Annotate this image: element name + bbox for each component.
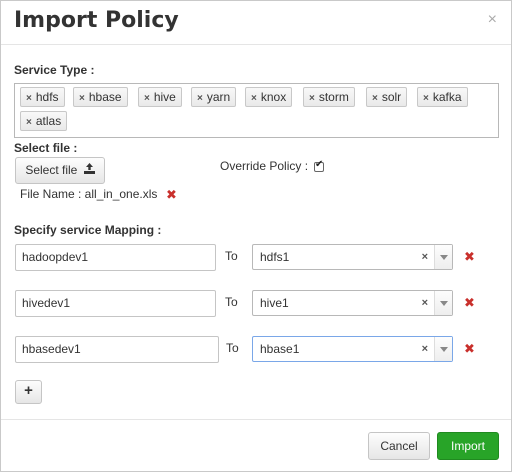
service-type-label: Service Type : xyxy=(14,63,95,77)
remove-tag-icon[interactable]: × xyxy=(251,93,257,104)
service-tag-atlas: × atlas xyxy=(20,111,68,131)
add-mapping-button[interactable]: + xyxy=(15,380,42,404)
chevron-down-icon xyxy=(440,347,448,352)
chevron-down-icon xyxy=(440,301,448,306)
service-tag-knox: × knox xyxy=(245,87,293,107)
selected-value: hbase1 xyxy=(260,342,300,356)
tag-label: yarn xyxy=(206,90,231,104)
selected-value: hdfs1 xyxy=(260,250,290,264)
service-tag-hdfs: × hdfs xyxy=(20,87,65,107)
upload-icon xyxy=(83,158,95,183)
remove-tag-icon[interactable]: × xyxy=(26,93,32,104)
service-type-multiselect[interactable]: × hdfs × hbase × hive × yarn × knox × storm × s… xyxy=(14,83,499,138)
chevron-down-icon xyxy=(440,255,448,260)
remove-file-icon[interactable]: ✖ xyxy=(166,187,177,203)
service-tag-yarn: × yarn xyxy=(191,87,237,107)
service-tag-hive: × hive xyxy=(138,87,182,107)
target-service-select[interactable]: hbase1 × xyxy=(252,336,453,362)
selected-value: hive1 xyxy=(260,296,289,310)
service-tag-hbase: × hbase xyxy=(73,87,128,107)
tag-label: solr xyxy=(381,90,402,104)
source-service-input[interactable]: hivedev1 xyxy=(15,290,216,317)
service-tag-solr: × solr xyxy=(366,87,408,107)
remove-tag-icon[interactable]: × xyxy=(26,117,32,128)
check-icon: ✔ xyxy=(315,159,324,170)
remove-tag-icon[interactable]: × xyxy=(423,93,429,104)
remove-tag-icon[interactable]: × xyxy=(197,93,203,104)
to-label: To xyxy=(226,341,239,355)
override-policy-label: Override Policy : xyxy=(220,159,309,173)
cancel-button[interactable]: Cancel xyxy=(368,432,430,460)
clear-icon[interactable]: × xyxy=(422,291,428,315)
remove-mapping-icon[interactable]: ✖ xyxy=(464,341,475,357)
to-label: To xyxy=(225,249,238,263)
file-name-text: File Name : all_in_one.xls xyxy=(20,187,158,201)
select-file-button-label: Select file xyxy=(25,163,78,177)
target-service-select[interactable]: hdfs1 × xyxy=(252,244,453,270)
dialog-title: Import Policy xyxy=(14,8,179,33)
tag-label: atlas xyxy=(35,114,62,128)
dropdown-arrow[interactable] xyxy=(434,337,452,361)
clear-icon[interactable]: × xyxy=(422,245,428,269)
override-policy-checkbox[interactable]: ✔ xyxy=(314,159,324,172)
dropdown-arrow[interactable] xyxy=(434,291,452,315)
dropdown-arrow[interactable] xyxy=(434,245,452,269)
import-button[interactable]: Import xyxy=(437,432,499,460)
target-service-select[interactable]: hive1 × xyxy=(252,290,453,316)
close-icon[interactable]: × xyxy=(488,11,497,29)
dialog-footer: Cancel Import xyxy=(1,419,511,471)
import-policy-dialog: Import Policy × Service Type : × hdfs × hb… xyxy=(0,0,512,472)
tag-label: storm xyxy=(318,90,349,104)
select-file-label: Select file : xyxy=(14,141,78,155)
tag-label: hbase xyxy=(88,90,122,104)
select-file-button[interactable]: Select file xyxy=(15,157,105,184)
remove-mapping-icon[interactable]: ✖ xyxy=(464,295,475,311)
dialog-header: Import Policy × xyxy=(1,1,511,45)
tag-label: kafka xyxy=(432,90,462,104)
tag-label: knox xyxy=(260,90,287,104)
tag-label: hdfs xyxy=(35,90,59,104)
tag-label: hive xyxy=(153,90,176,104)
remove-tag-icon[interactable]: × xyxy=(79,93,85,104)
to-label: To xyxy=(225,295,238,309)
remove-tag-icon[interactable]: × xyxy=(144,93,150,104)
service-tag-storm: × storm xyxy=(303,87,355,107)
remove-tag-icon[interactable]: × xyxy=(372,93,378,104)
source-service-input[interactable]: hadoopdev1 xyxy=(15,244,216,271)
source-service-input[interactable]: hbasedev1 xyxy=(15,336,219,363)
remove-mapping-icon[interactable]: ✖ xyxy=(464,249,475,265)
remove-tag-icon[interactable]: × xyxy=(309,93,315,104)
service-tag-kafka: × kafka xyxy=(417,87,468,107)
service-mapping-label: Specify service Mapping : xyxy=(14,223,162,237)
clear-icon[interactable]: × xyxy=(422,337,428,361)
